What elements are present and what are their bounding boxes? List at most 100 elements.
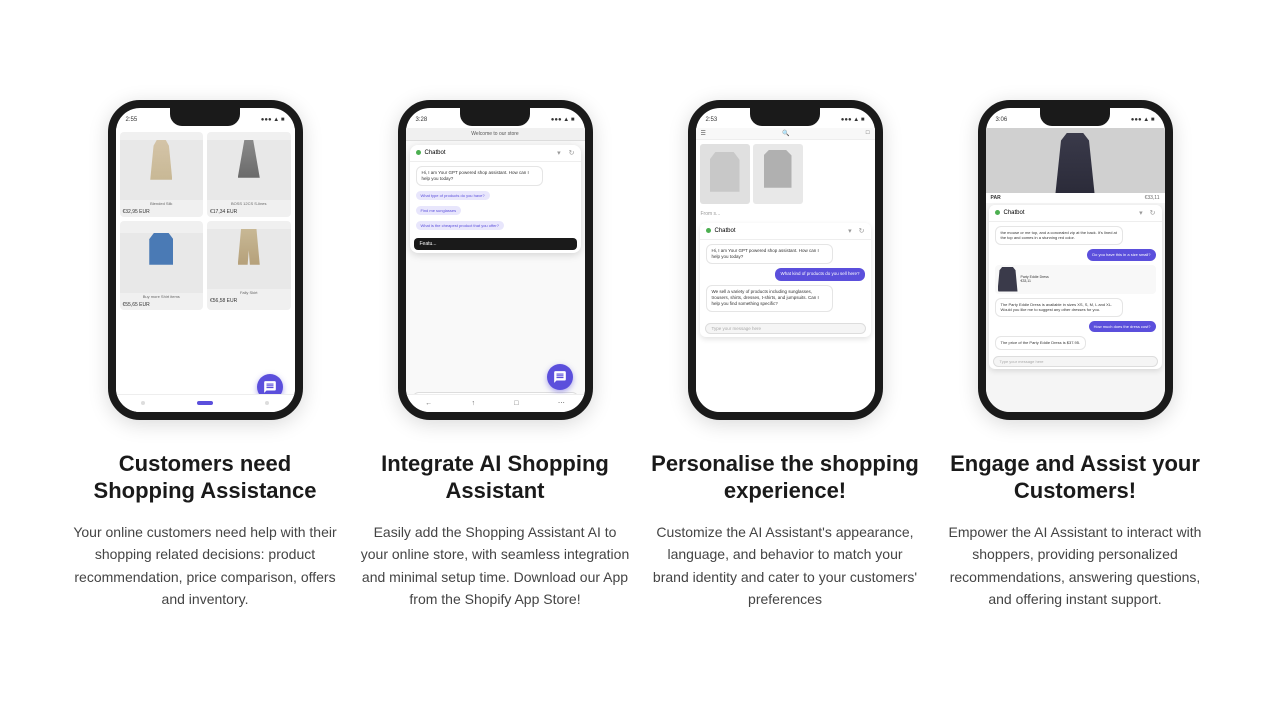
action-btn-2[interactable]: Find me sunglasses [416, 206, 462, 215]
bot-greeting-3: Hi, I am Your GPT powered shop assistant… [706, 244, 833, 265]
menu-icon: ☰ [701, 130, 706, 137]
nav-dot-1 [141, 401, 145, 405]
product-name-3: Buy more Shirt items [120, 293, 204, 300]
chat-header: Chatbot ▾ ↻ [410, 145, 581, 162]
product-item-1: Blended Silk €32,95 EUR [120, 132, 204, 217]
card-desc-4: Empower the AI Assistant to interact wit… [940, 521, 1210, 611]
chevron-down-icon: ▾ [557, 149, 561, 157]
product-img-2 [207, 140, 291, 200]
chatbot-label-3: Chatbot [715, 228, 736, 234]
phone-4: 3:06 ●●● ▲ ■ PAR €33,11 [978, 100, 1173, 420]
screen-4: PAR €33,11 Chatbot ▾ ↻ the mouse or me t… [986, 128, 1165, 412]
shirt-blue-icon [149, 233, 173, 265]
share-nav-icon: ↑ [471, 400, 475, 407]
text-card-4: Engage and Assist your Customers! Empowe… [940, 450, 1210, 611]
card-3: 2:53 ●●● ▲ ■ ☰ 🔍 □ [650, 100, 920, 420]
nav-bar-2: ← ↑ □ ⋯ [406, 394, 585, 412]
page-container: 2:55 ●●● ▲ ■ Blended Silk €32,95 EUR [0, 70, 1280, 651]
bot-reply-3: We sell a variety of products including … [706, 285, 833, 312]
product-name-1: Blended Silk [120, 200, 204, 207]
signal-4: ●●● ▲ ■ [1131, 117, 1155, 123]
phone-1: 2:55 ●●● ▲ ■ Blended Silk €32,95 EUR [108, 100, 303, 420]
card-title-2: Integrate AI Shopping Assistant [360, 450, 630, 505]
notch-4 [1040, 108, 1110, 126]
card-desc-3: Customize the AI Assistant's appearance,… [650, 521, 920, 611]
screen-2: Welcome to our store Chatbot ▾ ↻ Hi, I a… [406, 128, 585, 412]
product-price-chat: €33,11 [1021, 279, 1153, 283]
chatbot-label-4: Chatbot [1004, 210, 1025, 216]
more-nav-icon: ⋯ [558, 399, 565, 407]
card-desc-2: Easily add the Shopping Assistant AI to … [360, 521, 630, 611]
chat-fab-2[interactable] [547, 364, 573, 390]
store-header: Welcome to our store [406, 128, 585, 141]
eddie-price: €33,11 [1145, 195, 1160, 201]
notch-3 [750, 108, 820, 126]
chat-messages-2: Hi, I am Your GPT powered shop assistant… [410, 162, 581, 236]
dress-grey-icon [238, 140, 260, 178]
phone-3: 2:53 ●●● ▲ ■ ☰ 🔍 □ [688, 100, 883, 420]
signal-3: ●●● ▲ ■ [841, 117, 865, 123]
chatbot-label: Chatbot [425, 150, 446, 156]
product-thumb-shirt [753, 144, 803, 204]
card-title-1: Customers need Shopping Assistance [70, 450, 340, 505]
product-info-chat: Party Eddie Dress €33,11 [1021, 275, 1153, 283]
phone3-nav: ☰ 🔍 □ [696, 128, 875, 140]
chat-input-3[interactable]: Type your message here [705, 323, 866, 334]
text-card-3: Personalise the shopping experience! Cus… [650, 450, 920, 611]
card-2: 3:28 ●●● ▲ ■ Welcome to our store Chatbo… [360, 100, 630, 420]
bot-greeting: Hi, I am Your GPT powered shop assistant… [416, 166, 543, 187]
back-nav-icon: ← [425, 400, 432, 407]
chat-window-4: Chatbot ▾ ↻ the mouse or me top, and a c… [989, 205, 1162, 369]
chat-window: Chatbot ▾ ↻ Hi, I am Your GPT powered sh… [410, 145, 581, 254]
chat-header-4: Chatbot ▾ ↻ [989, 205, 1162, 222]
chat-messages-3: Hi, I am Your GPT powered shop assistant… [700, 240, 871, 316]
store-info: From s... [696, 208, 875, 220]
screen-1: Blended Silk €32,95 EUR BOSS 12CS S-line… [116, 128, 295, 412]
refresh-icon: ↻ [569, 149, 575, 157]
product-name-2: BOSS 12CS S-lines [207, 200, 291, 207]
dark-dress-section [986, 128, 1165, 193]
user-msg-4b: How much does the dress cost? [1089, 321, 1156, 333]
chat-input-4[interactable]: Type your message here [993, 356, 1158, 367]
card-4: 3:06 ●●● ▲ ■ PAR €33,11 [940, 100, 1210, 420]
save-nav-icon: □ [514, 400, 518, 407]
cart-icon-3: □ [866, 130, 870, 137]
nav-bar-1 [116, 394, 295, 412]
nav-dot-active [197, 401, 213, 405]
action-btn-1[interactable]: What type of products do you have? [416, 191, 490, 200]
card-title-3: Personalise the shopping experience! [650, 450, 920, 505]
card-1: 2:55 ●●● ▲ ■ Blended Silk €32,95 EUR [70, 100, 340, 420]
chevron-icon-4: ▾ [1139, 209, 1143, 217]
dark-dress-shape [1055, 133, 1095, 193]
input-area-4: Type your message here [989, 354, 1162, 369]
nav-dot-3 [265, 401, 269, 405]
online-dot [416, 150, 421, 155]
product-price-4: €56,58 EUR [207, 296, 291, 306]
product-price-2: €17,34 EUR [207, 207, 291, 217]
notch-2 [460, 108, 530, 126]
bot-desc-4: the mouse or me top, and a concealed zip… [995, 226, 1124, 245]
product-img-3 [120, 233, 204, 293]
chevron-icon-3: ▾ [848, 227, 852, 235]
card-title-4: Engage and Assist your Customers! [940, 450, 1210, 505]
user-msg-3: What kind of products do you sell here? [775, 268, 864, 280]
shirt-shape [764, 150, 792, 188]
product-item-3: Buy more Shirt items €55,65 EUR [120, 221, 204, 310]
product-card-chat: Party Eddie Dress €33,11 [995, 265, 1156, 294]
product-img-4 [207, 229, 291, 289]
input-area-3: Type your message here [700, 320, 871, 337]
card-desc-1: Your online customers need help with the… [70, 521, 340, 611]
product-price-1: €32,95 EUR [120, 207, 204, 217]
refresh-icon-3: ↻ [859, 227, 865, 235]
par-label: PAR [991, 195, 1001, 201]
product-item-4: Fally Skirt €56,58 EUR [207, 221, 291, 310]
phone-2: 3:28 ●●● ▲ ■ Welcome to our store Chatbo… [398, 100, 593, 420]
featured-banner: Featu... [414, 238, 577, 250]
chat-header-3: Chatbot ▾ ↻ [700, 223, 871, 240]
product-img-1 [120, 140, 204, 200]
time-1: 2:55 [126, 117, 138, 123]
action-btn-3[interactable]: What is the cheapest product that you of… [416, 221, 504, 230]
pants-beige-icon [238, 229, 260, 265]
mini-dress-icon [998, 267, 1018, 292]
refresh-icon-4: ↻ [1150, 209, 1156, 217]
